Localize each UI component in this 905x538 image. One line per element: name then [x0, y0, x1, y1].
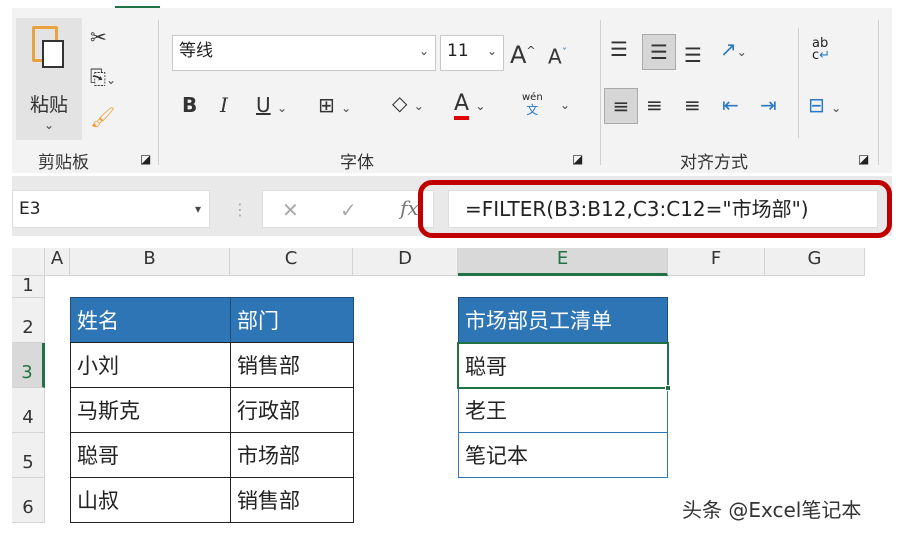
format-painter-icon[interactable]: 🖌	[90, 104, 115, 130]
align-bottom-button[interactable]: ☰	[684, 42, 702, 68]
row-header-2[interactable]: 2	[12, 298, 45, 343]
col-header-d[interactable]: D	[353, 248, 458, 276]
clipboard-launcher-icon[interactable]: ◪	[140, 152, 151, 166]
ribbon: 粘贴 ⌄ ✂ ⎘⌄ 🖌 剪贴板 ◪ 等线 ⌄ 11 ⌄ A^ Aˇ B I U ⌄ …	[12, 8, 892, 173]
shrink-font-button[interactable]: Aˇ	[548, 40, 567, 70]
paste-chevron-icon: ⌄	[44, 118, 55, 132]
col-header-a[interactable]: A	[45, 248, 70, 276]
align-center-button[interactable]: ≡	[646, 92, 663, 118]
enter-button[interactable]: ✓	[340, 198, 357, 222]
cell-c6[interactable]: 销售部	[230, 477, 354, 523]
align-right-button[interactable]: ≡	[684, 92, 701, 118]
cell-e3-selected[interactable]: 聪哥	[457, 342, 669, 389]
row-header-3[interactable]: 3	[12, 343, 45, 388]
cell-c5[interactable]: 市场部	[230, 432, 354, 478]
col-header-g[interactable]: G	[765, 248, 865, 276]
column-headers: A B C D E F G	[12, 248, 892, 276]
header-name[interactable]: 姓名	[70, 297, 231, 343]
increase-indent-button[interactable]: ⇥	[760, 92, 777, 118]
cell-e4[interactable]: 老王	[458, 387, 668, 433]
alignment-launcher-icon[interactable]: ◪	[858, 152, 869, 166]
row-header-6[interactable]: 6	[12, 478, 45, 523]
align-left-button[interactable]: ≡	[604, 88, 638, 124]
cancel-button[interactable]: ✕	[282, 198, 299, 222]
cut-icon[interactable]: ✂	[90, 24, 107, 50]
col-header-f[interactable]: F	[668, 248, 765, 276]
font-color-button[interactable]: A ⌄	[454, 90, 485, 120]
decrease-indent-button[interactable]: ⇤	[722, 92, 739, 118]
underline-button[interactable]: U ⌄	[256, 92, 287, 121]
align-middle-button[interactable]: ☰	[642, 34, 676, 70]
row-header-1[interactable]: 1	[12, 276, 45, 298]
cell-b4[interactable]: 马斯克	[70, 387, 231, 433]
col-header-e[interactable]: E	[458, 248, 668, 276]
row-header-4[interactable]: 4	[12, 388, 45, 433]
font-name-select[interactable]: 等线 ⌄	[172, 35, 436, 71]
grow-font-button[interactable]: A^	[510, 38, 536, 68]
row-header-5[interactable]: 5	[12, 433, 45, 478]
cell-c4[interactable]: 行政部	[230, 387, 354, 433]
insert-function-button[interactable]: fx	[400, 196, 419, 220]
formula-highlight	[418, 180, 892, 238]
cell-b6[interactable]: 山叔	[70, 477, 231, 523]
orientation-button[interactable]: ↗⌄	[720, 36, 747, 65]
cell-c3[interactable]: 销售部	[230, 342, 354, 388]
wrap-text-button[interactable]: ab c↵	[812, 37, 830, 62]
bold-button[interactable]: B	[182, 92, 197, 118]
paste-button[interactable]: 粘贴 ⌄	[16, 18, 82, 140]
col-header-c[interactable]: C	[230, 248, 353, 276]
formula-bar: E3 ▾ ⋮ ✕ ✓ fx =FILTER(B3:B12,C3:C12="市场部"…	[12, 176, 892, 238]
phonetic-button[interactable]: wén 文	[522, 92, 543, 118]
watermark: 头条 @Excel笔记本	[682, 498, 862, 522]
cell-e5[interactable]: 笔记本	[458, 432, 668, 478]
fill-handle[interactable]	[665, 385, 671, 391]
font-size-select[interactable]: 11 ⌄	[440, 35, 504, 71]
select-all-button[interactable]	[12, 248, 45, 276]
fill-color-button[interactable]: ◇ ⌄	[392, 90, 424, 119]
name-box[interactable]: E3 ▾	[12, 190, 210, 228]
result-header[interactable]: 市场部员工清单	[458, 297, 668, 343]
cell-b3[interactable]: 小刘	[70, 342, 231, 388]
font-launcher-icon[interactable]: ◪	[572, 152, 583, 166]
align-top-button[interactable]: ☰	[610, 36, 628, 62]
col-header-b[interactable]: B	[70, 248, 230, 276]
borders-button[interactable]: ⊞ ⌄	[318, 92, 351, 121]
header-dept[interactable]: 部门	[230, 297, 354, 343]
copy-icon[interactable]: ⎘⌄	[90, 64, 116, 93]
italic-button[interactable]: I	[220, 92, 228, 118]
merge-center-button[interactable]: ⊟ ⌄	[808, 92, 841, 121]
cell-b5[interactable]: 聪哥	[70, 432, 231, 478]
